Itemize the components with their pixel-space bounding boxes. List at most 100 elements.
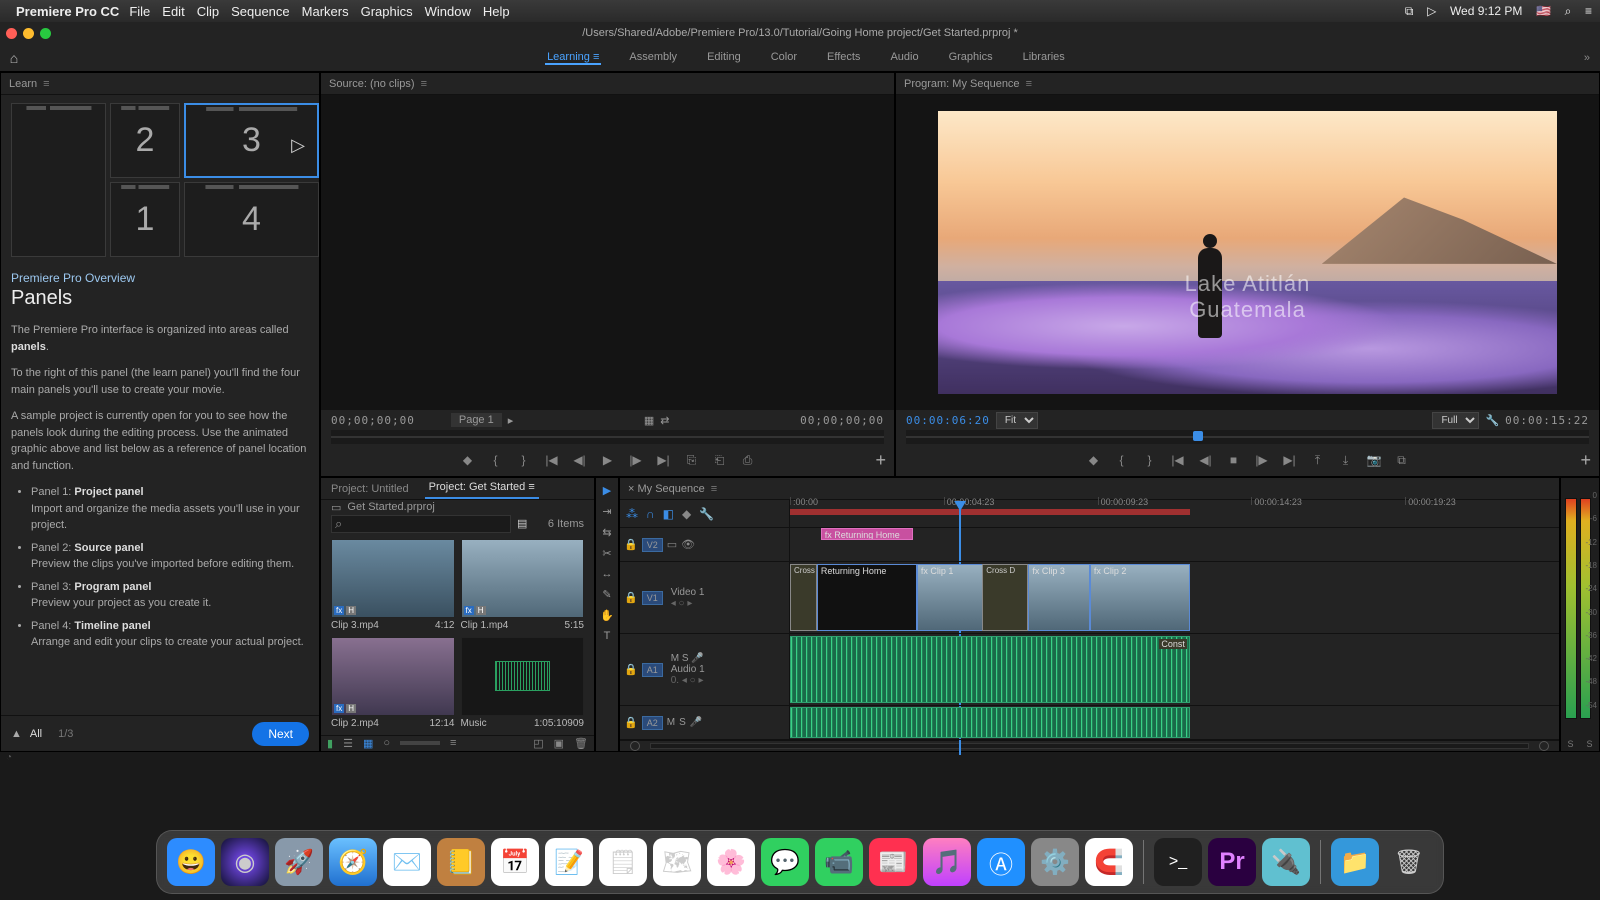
ripple-tool-icon[interactable]: ⇆ [602,526,611,539]
dock-safari-icon[interactable]: 🧭 [329,838,377,886]
solo-icon[interactable]: S [682,653,689,664]
dock-mail-icon[interactable]: ✉️ [383,838,431,886]
dock-settings-icon[interactable]: ⚙️ [1031,838,1079,886]
graphic-clip[interactable]: Returning Home [817,564,917,631]
dock-music-icon[interactable]: 🎵 [923,838,971,886]
button-editor-icon[interactable]: + [1580,450,1591,471]
video-clip[interactable]: fx Clip 3 [1028,564,1090,631]
program-scrubber[interactable] [906,430,1589,444]
marker-icon[interactable]: ◆ [1087,453,1101,467]
track-v1-label[interactable]: V1 [642,591,663,605]
ws-audio[interactable]: Audio [888,51,920,65]
title-clip[interactable]: fx Returning Home [821,528,913,540]
ws-libraries[interactable]: Libraries [1021,51,1067,65]
lock-icon[interactable]: 🔒 [624,716,638,729]
track-select-tool-icon[interactable]: ⇥ [602,505,611,518]
type-tool-icon[interactable]: T [604,630,611,642]
out-icon[interactable]: } [517,453,531,467]
source-monitor[interactable] [321,95,894,410]
lock-icon[interactable]: 🔒 [624,663,638,676]
learn-next-button[interactable]: Next [252,722,309,746]
panel-menu-icon[interactable]: ≡ [1026,78,1032,90]
settings-icon[interactable]: 🔧 [699,507,714,521]
maximize-window[interactable] [40,28,51,39]
goto-in-icon[interactable]: |◀ [1171,453,1185,467]
menu-clip[interactable]: Clip [197,4,219,19]
program-fit-select[interactable]: Fit [996,412,1038,429]
source-tab[interactable]: Source: (no clips) [329,78,415,90]
lift-icon[interactable]: ⤒ [1311,453,1325,468]
bin-item[interactable]: Music1:05:10909 [461,637,585,729]
learn-all[interactable]: All [30,728,42,740]
marker-icon[interactable]: ◆ [461,453,475,467]
menu-edit[interactable]: Edit [162,4,184,19]
source-page[interactable]: Page 1 [451,413,502,427]
screen-icon[interactable]: ⧉ [1405,4,1414,18]
ws-graphics[interactable]: Graphics [947,51,995,65]
slip-tool-icon[interactable]: ↔ [602,568,613,580]
dock-appstore-icon[interactable]: Ⓐ [977,838,1025,886]
program-tab[interactable]: Program: My Sequence [904,78,1020,90]
zoom-in-icon[interactable] [1539,741,1549,751]
mute-icon[interactable]: M [671,653,679,664]
program-zoom-select[interactable]: Full [1432,412,1479,429]
program-tc[interactable]: 00:00:06:20 [906,414,990,427]
timeline-clips-area[interactable]: fx Returning Home Cross Returning Home f… [790,528,1559,740]
dock-reminders-icon[interactable]: 🗒 [599,838,647,886]
ws-color[interactable]: Color [769,51,799,65]
marker-tl-icon[interactable]: ◧ [663,507,674,521]
transition-clip[interactable]: Cross D [982,564,1028,631]
audio-clip[interactable]: Const [790,636,1190,703]
home-icon[interactable]: ⌂ [0,50,28,66]
dock-downloads-icon[interactable]: 📁 [1331,838,1379,886]
compare-icon[interactable]: ⧉ [1395,453,1409,468]
dock-plugin-icon[interactable]: 🔌 [1262,838,1310,886]
menu-help[interactable]: Help [483,4,510,19]
solo-l[interactable]: S [1567,739,1573,749]
track-a2-label[interactable]: A2 [642,716,663,730]
dock-photos-icon[interactable]: 🌸 [707,838,755,886]
video-clip[interactable]: fx Clip 2 [1090,564,1190,631]
track-v2-label[interactable]: V2 [642,538,663,552]
airplay-icon[interactable]: ▷ [1427,4,1436,18]
pen-tool-icon[interactable]: ✎ [602,588,611,601]
solo-r[interactable]: S [1586,739,1592,749]
project-tab-getstarted[interactable]: Project: Get Started ≡ [425,477,539,499]
source-scrubber[interactable] [331,430,884,444]
panel-menu-icon[interactable]: ≡ [421,78,427,90]
linked-icon[interactable]: ∩ [646,507,655,521]
insert-icon[interactable]: ⎘ [685,453,699,468]
bin-icon[interactable]: ▭ [331,501,341,514]
toggle-icon[interactable]: 👁 [681,538,695,551]
ws-assembly[interactable]: Assembly [627,51,679,65]
dock-magnet-icon[interactable]: 🧲 [1085,838,1133,886]
dock-calendar-icon[interactable]: 📅 [491,838,539,886]
razor-tool-icon[interactable]: ✂ [602,547,611,560]
filter-icon[interactable]: ▤ [517,517,527,530]
menu-graphics[interactable]: Graphics [361,4,413,19]
stop-icon[interactable]: ■ [1227,453,1241,467]
project-tab-untitled[interactable]: Project: Untitled [327,479,413,499]
selection-tool-icon[interactable]: ▶ [603,484,611,497]
bin-item[interactable]: fxHClip 3.mp44:12 [331,539,455,631]
in-icon[interactable]: { [489,453,503,467]
hand-tool-icon[interactable]: ✋ [600,609,614,622]
expand-icon[interactable]: ▲ [11,728,22,740]
goto-out-icon[interactable]: ▶| [657,453,671,467]
new-item-icon[interactable]: ▣ [554,737,564,750]
dock-premiere-icon[interactable]: Pr [1208,838,1256,886]
menu-markers[interactable]: Markers [302,4,349,19]
close-window[interactable] [6,28,17,39]
ws-editing[interactable]: Editing [705,51,743,65]
new-bin-icon[interactable]: ◰ [533,737,543,750]
timeline-ruler[interactable]: :00:00 00:00:04:23 00:00:09:23 00:00:14:… [790,479,1559,527]
dock-notes-icon[interactable]: 📝 [545,838,593,886]
out-icon[interactable]: } [1143,453,1157,467]
lock-icon[interactable]: 🔒 [624,591,638,604]
bin-item[interactable]: fxHClip 1.mp45:15 [461,539,585,631]
play-icon[interactable]: ▶ [601,453,615,467]
export-frame-icon[interactable]: 📷 [1367,453,1381,467]
panel-menu-icon[interactable]: ≡ [711,483,717,495]
dock-news-icon[interactable]: 📰 [869,838,917,886]
thumb-view-icon[interactable]: ▦ [363,737,373,750]
